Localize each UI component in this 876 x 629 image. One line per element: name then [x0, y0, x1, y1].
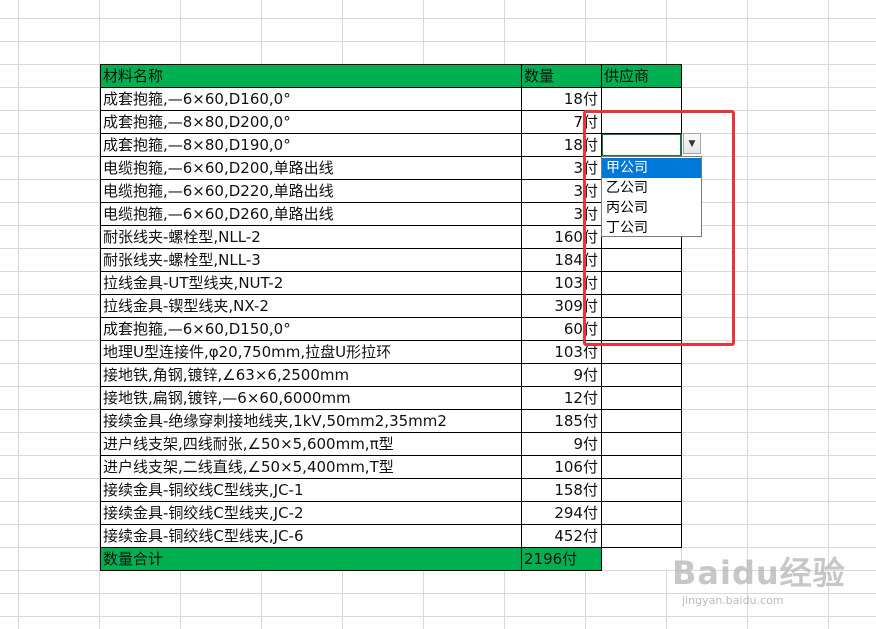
material-name-cell[interactable]: 耐张线夹-螺栓型,NLL-3 — [100, 248, 522, 272]
material-name-cell[interactable]: 成套抱箍,—8×80,D200,0° — [100, 110, 522, 134]
supplier-cell[interactable] — [601, 87, 682, 111]
highlight-box — [583, 110, 735, 346]
table-row: 接续金具-铜绞线C型线夹,JC-6 452付 — [100, 524, 682, 548]
quantity-cell[interactable]: 9付 — [521, 432, 602, 456]
quantity-cell[interactable]: 18付 — [521, 87, 602, 111]
table-row: 成套抱箍,—6×60,D160,0° 18付 — [100, 87, 682, 111]
quantity-value: 106 — [554, 458, 583, 476]
header-supplier[interactable]: 供应商 — [601, 64, 682, 88]
supplier-cell[interactable] — [601, 432, 682, 456]
table-row: 接续金具-绝缘穿刺接地线夹,1kV,50mm2,35mm2 185付 — [100, 409, 682, 433]
watermark-logo: Baidu经验 — [672, 554, 846, 592]
quantity-value: 3 — [573, 205, 583, 223]
material-name-cell[interactable]: 成套抱箍,—8×80,D190,0° — [100, 133, 522, 157]
material-name-cell[interactable]: 地理U型连接件,φ20,750mm,拉盘U形拉环 — [100, 340, 522, 364]
material-name-cell[interactable]: 接续金具-铜绞线C型线夹,JC-2 — [100, 501, 522, 525]
quantity-value: 18 — [563, 136, 583, 154]
supplier-cell[interactable] — [601, 524, 682, 548]
quantity-value: 103 — [554, 274, 583, 292]
quantity-value: 184 — [554, 251, 583, 269]
quantity-unit: 付 — [582, 90, 598, 108]
supplier-cell[interactable] — [601, 478, 682, 502]
supplier-cell[interactable] — [601, 455, 682, 479]
material-name-cell[interactable]: 进户线支架,二线直线,∠50×5,400mm,T型 — [100, 455, 522, 479]
watermark-url: jingyan.baidu.com — [682, 594, 784, 607]
quantity-unit: 付 — [582, 366, 598, 384]
quantity-value: 7 — [573, 113, 583, 131]
quantity-unit: 付 — [582, 481, 598, 499]
material-name-cell[interactable]: 拉线金具-UT型线夹,NUT-2 — [100, 271, 522, 295]
material-name-cell[interactable]: 接地铁,角钢,镀锌,∠63×6,2500mm — [100, 363, 522, 387]
quantity-value: 60 — [563, 320, 583, 338]
total-value[interactable]: 2196付 — [521, 547, 602, 571]
quantity-value: 185 — [554, 412, 583, 430]
quantity-value: 294 — [554, 504, 583, 522]
material-name-cell[interactable]: 耐张线夹-螺栓型,NLL-2 — [100, 225, 522, 249]
empty-cell[interactable] — [601, 547, 682, 571]
quantity-cell[interactable]: 452付 — [521, 524, 602, 548]
material-name-cell[interactable]: 电缆抱箍,—6×60,D200,单路出线 — [100, 156, 522, 180]
quantity-value: 3 — [573, 182, 583, 200]
quantity-unit: 付 — [582, 504, 598, 522]
quantity-unit: 付 — [582, 412, 598, 430]
baidu-watermark: Baidu经验 jingyan.baidu.com — [672, 548, 872, 608]
quantity-unit: 付 — [582, 458, 598, 476]
material-name-cell[interactable]: 接续金具-铜绞线C型线夹,JC-6 — [100, 524, 522, 548]
quantity-value: 158 — [554, 481, 583, 499]
quantity-value: 309 — [554, 297, 583, 315]
quantity-cell[interactable]: 12付 — [521, 386, 602, 410]
quantity-value: 452 — [554, 527, 583, 545]
material-name-cell[interactable]: 拉线金具-锲型线夹,NX-2 — [100, 294, 522, 318]
table-row: 接续金具-铜绞线C型线夹,JC-1 158付 — [100, 478, 682, 502]
table-row: 接续金具-铜绞线C型线夹,JC-2 294付 — [100, 501, 682, 525]
material-name-cell[interactable]: 接续金具-铜绞线C型线夹,JC-1 — [100, 478, 522, 502]
quantity-value: 103 — [554, 343, 583, 361]
material-name-cell[interactable]: 成套抱箍,—6×60,D150,0° — [100, 317, 522, 341]
total-label[interactable]: 数量合计 — [100, 547, 522, 571]
quantity-unit: 付 — [582, 389, 598, 407]
table-row: 接地铁,角钢,镀锌,∠63×6,2500mm 9付 — [100, 363, 682, 387]
supplier-cell[interactable] — [601, 386, 682, 410]
quantity-unit: 付 — [582, 527, 598, 545]
quantity-cell[interactable]: 185付 — [521, 409, 602, 433]
material-name-cell[interactable]: 接续金具-绝缘穿刺接地线夹,1kV,50mm2,35mm2 — [100, 409, 522, 433]
supplier-cell[interactable] — [601, 501, 682, 525]
quantity-value: 9 — [573, 435, 583, 453]
quantity-cell[interactable]: 158付 — [521, 478, 602, 502]
quantity-cell[interactable]: 294付 — [521, 501, 602, 525]
quantity-value: 12 — [563, 389, 583, 407]
quantity-value: 3 — [573, 159, 583, 177]
quantity-value: 160 — [554, 228, 583, 246]
table-row: 进户线支架,四线耐张,∠50×5,600mm,π型 9付 — [100, 432, 682, 456]
quantity-unit: 付 — [582, 435, 598, 453]
material-name-cell[interactable]: 电缆抱箍,—6×60,D220,单路出线 — [100, 179, 522, 203]
supplier-cell[interactable] — [601, 363, 682, 387]
table-row: 接地铁,扁钢,镀锌,—6×60,6000mm 12付 — [100, 386, 682, 410]
header-material-name[interactable]: 材料名称 — [100, 64, 522, 88]
material-name-cell[interactable]: 接地铁,扁钢,镀锌,—6×60,6000mm — [100, 386, 522, 410]
quantity-cell[interactable]: 106付 — [521, 455, 602, 479]
table-row: 进户线支架,二线直线,∠50×5,400mm,T型 106付 — [100, 455, 682, 479]
quantity-value: 9 — [573, 366, 583, 384]
material-name-cell[interactable]: 电缆抱箍,—6×60,D260,单路出线 — [100, 202, 522, 226]
total-row: 数量合计 2196付 — [100, 547, 682, 571]
supplier-cell[interactable] — [601, 409, 682, 433]
header-row: 材料名称 数量 供应商 — [100, 64, 682, 88]
material-name-cell[interactable]: 成套抱箍,—6×60,D160,0° — [100, 87, 522, 111]
quantity-cell[interactable]: 9付 — [521, 363, 602, 387]
material-name-cell[interactable]: 进户线支架,四线耐张,∠50×5,600mm,π型 — [100, 432, 522, 456]
header-quantity[interactable]: 数量 — [521, 64, 602, 88]
quantity-value: 18 — [563, 90, 583, 108]
